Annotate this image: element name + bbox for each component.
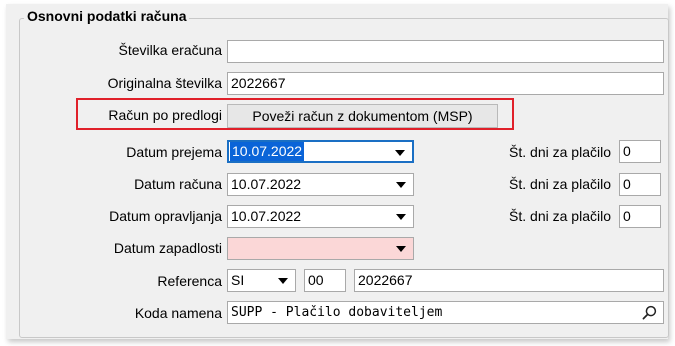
datum-racuna-label: Datum računa (134, 176, 222, 192)
koda-namena-input[interactable]: SUPP - Plačilo dobaviteljem (227, 301, 664, 324)
datum-opravljanja-select[interactable]: 10.07.2022 (227, 205, 414, 228)
datum-zapadlosti-select[interactable] (227, 237, 414, 260)
datum-opravljanja-label: Datum opravljanja (109, 208, 222, 224)
st-dni-input-3[interactable]: 0 (619, 205, 661, 228)
stevilka-eracuna-label: Številka eračuna (118, 42, 222, 58)
originalna-stevilka-input[interactable]: 2022667 (227, 72, 664, 95)
referenca-model-value: SI (231, 272, 245, 288)
datum-racuna-value: 10.07.2022 (231, 176, 302, 192)
datum-racuna-select[interactable]: 10.07.2022 (227, 173, 414, 196)
search-icon[interactable] (642, 305, 657, 320)
chevron-down-icon[interactable] (396, 182, 406, 188)
referenca-part1-input[interactable]: 00 (304, 269, 346, 292)
stevilka-eracuna-input[interactable] (227, 40, 664, 63)
chevron-down-icon[interactable] (395, 150, 405, 156)
originalna-stevilka-label: Originalna številka (107, 75, 222, 91)
datum-opravljanja-value: 10.07.2022 (231, 208, 302, 224)
st-dni-input-2[interactable]: 0 (619, 173, 661, 196)
koda-namena-label: Koda namena (134, 305, 222, 321)
datum-zapadlosti-label: Datum zapadlosti (113, 240, 222, 256)
referenca-part2-input[interactable]: 2022667 (354, 269, 664, 292)
chevron-down-icon[interactable] (396, 246, 406, 252)
referenca-label: Referenca (157, 273, 222, 289)
st-dni-input-1[interactable]: 0 (619, 140, 661, 163)
chevron-down-icon[interactable] (396, 214, 406, 220)
povezi-racun-button[interactable]: Poveži račun z dokumentom (MSP) (227, 104, 498, 128)
datum-prejema-label: Datum prejema (126, 144, 222, 160)
datum-prejema-select[interactable]: 10.07.2022 (227, 140, 414, 163)
koda-namena-value: SUPP - Plačilo dobaviteljem (231, 305, 443, 320)
chevron-down-icon[interactable] (278, 278, 288, 284)
st-dni-label-1: Št. dni za plačilo (509, 144, 611, 160)
referenca-model-select[interactable]: SI (227, 269, 296, 292)
group-title: Osnovni podatki računa (24, 8, 190, 24)
racun-po-predlogi-label: Račun po predlogi (108, 107, 222, 123)
st-dni-label-3: Št. dni za plačilo (509, 208, 611, 224)
st-dni-label-2: Št. dni za plačilo (509, 176, 611, 192)
datum-prejema-value: 10.07.2022 (230, 142, 305, 161)
